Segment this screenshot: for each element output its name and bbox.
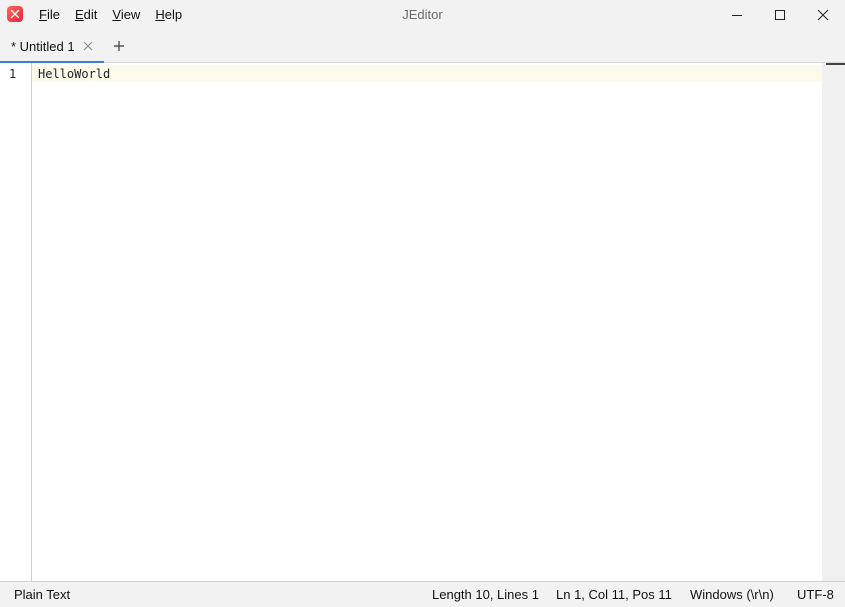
tab-label: * Untitled 1: [11, 39, 75, 54]
text-area[interactable]: HelloWorld: [32, 63, 822, 581]
editor-area: 1 HelloWorld: [0, 63, 845, 581]
editor-window: File Edit View Help JEditor * Untitled 1: [0, 0, 845, 607]
status-line-ending[interactable]: Windows (\r\n): [690, 587, 774, 603]
close-window-button[interactable]: [800, 0, 845, 30]
tab-untitled-1[interactable]: * Untitled 1: [0, 30, 104, 64]
maximize-icon: [775, 10, 785, 20]
minimize-button[interactable]: [714, 0, 760, 30]
status-position[interactable]: Ln 1, Col 11, Pos 11: [556, 587, 672, 603]
current-line-highlight: [32, 65, 822, 82]
status-language[interactable]: Plain Text: [14, 587, 70, 603]
status-encoding[interactable]: UTF-8: [797, 587, 834, 603]
maximize-button[interactable]: [757, 0, 803, 30]
status-bar: Plain Text Length 10, Lines 1 Ln 1, Col …: [0, 581, 845, 607]
title-bar[interactable]: File Edit View Help JEditor: [0, 0, 845, 30]
plus-icon[interactable]: [112, 39, 126, 53]
editor-line[interactable]: HelloWorld: [38, 67, 110, 81]
line-number-gutter: 1: [0, 63, 32, 581]
vertical-scrollbar[interactable]: [822, 63, 845, 581]
close-icon[interactable]: [83, 41, 93, 51]
minimize-icon: [732, 15, 742, 16]
close-icon: [817, 9, 829, 21]
tab-bar: * Untitled 1: [0, 30, 845, 64]
status-length: Length 10, Lines 1: [432, 587, 539, 602]
line-number: 1: [9, 67, 17, 81]
scroll-position-marker: [826, 63, 845, 65]
